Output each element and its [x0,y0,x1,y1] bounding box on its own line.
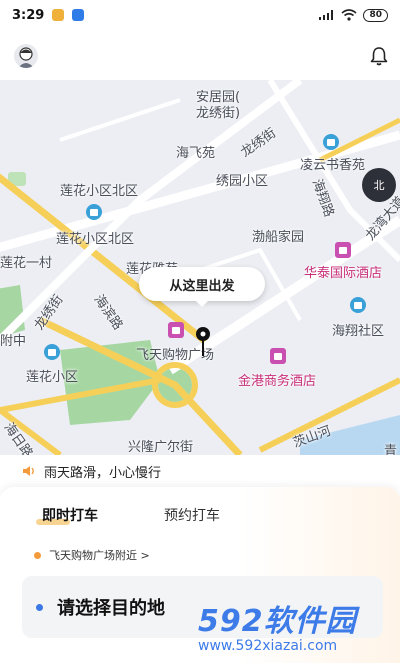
map-label: 莲花小区北区 [56,232,135,247]
destination-placeholder: 请选择目的地 [57,598,165,619]
destination-dot-icon [36,603,43,611]
notification-app-icon-2 [72,9,85,21]
location-pin-icon [196,327,210,356]
map-label: 莲花小区北区 [60,184,139,199]
map-label: 凌云书香苑 [300,158,366,173]
map-label: 青 [384,444,398,455]
bell-icon[interactable] [368,45,390,67]
notice-text: 雨天路滑，小心慢行 [44,465,162,481]
wifi-icon [341,9,357,21]
signal-icon [319,10,334,20]
pickup-location-text: 飞天购物广场附近 > [49,549,150,562]
notification-app-icon [52,9,65,21]
poi-icon[interactable] [86,204,102,220]
avatar[interactable] [14,44,38,68]
map-label: 海翔社区 [332,324,385,339]
map-label: 海飞苑 [176,146,216,161]
watermark-main: 592软件园 [198,604,357,639]
map-label: 莲花小区 [26,370,79,385]
battery-indicator: 80 [363,8,388,22]
hotel-icon[interactable] [335,242,351,258]
map-label: 莲花一村 [0,256,53,271]
map-label: 金港商务酒店 [238,374,317,389]
speaker-icon [23,466,34,476]
status-bar: 3:29 80 [0,0,400,30]
map-label: 兴隆广尔街 [128,440,194,455]
status-time: 3:29 [12,7,45,23]
pickup-location[interactable]: 飞天购物广场附近 > [34,547,150,563]
pickup-dot-icon [34,551,41,559]
map-label: 华泰国际酒店 [304,266,383,281]
map-label: 附中 [0,334,27,349]
map-label: 渤船家园 [252,230,305,245]
compass-label: 北 [373,179,385,192]
compass-icon[interactable]: 北 [362,168,396,202]
map-label: 龙绣街) [196,106,241,121]
weather-notice: 雨天路滑，小心慢行 [0,455,400,487]
pickup-bubble-text: 从这里出发 [169,278,235,294]
hotel-icon[interactable] [270,348,286,364]
poi-icon[interactable] [44,344,60,360]
tab-instant-ride[interactable]: 即时打车 [42,505,98,525]
poi-icon[interactable] [323,134,339,150]
watermark-logo: 592软件园 www.592xiazai.com [198,596,398,660]
poi-icon[interactable] [350,297,366,313]
watermark-url: www.592xiazai.com [198,638,338,654]
mall-icon[interactable] [168,322,184,338]
pickup-bubble[interactable]: 从这里出发 [139,267,265,307]
map-label: 绣园小区 [216,174,269,189]
top-bar [0,30,400,80]
tab-scheduled-ride[interactable]: 预约打车 [164,505,220,525]
